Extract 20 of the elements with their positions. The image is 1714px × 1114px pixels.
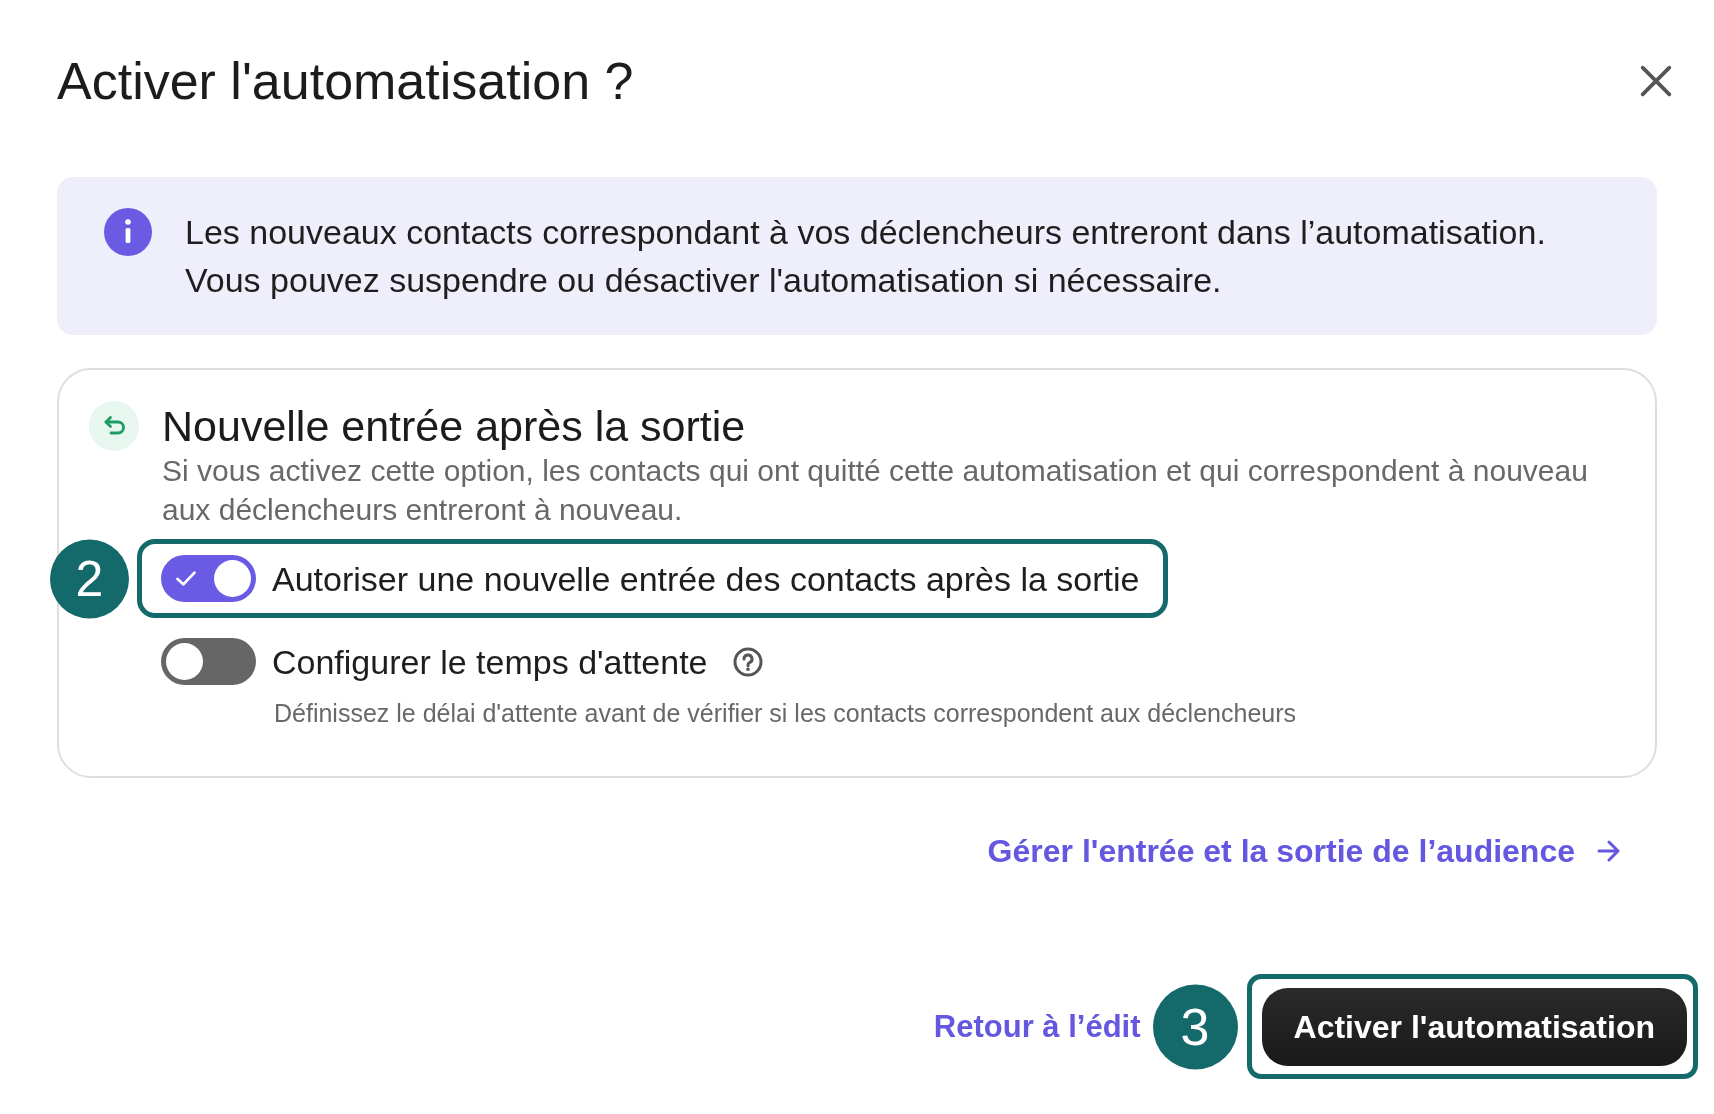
check-icon — [175, 570, 197, 587]
audience-link[interactable]: Gérer l'entrée et la sortie de l’audience — [987, 831, 1621, 871]
close-icon[interactable] — [1640, 65, 1672, 97]
card-description: Si vous activez cette option, les contacts qui ont quitté cette automatisation et qui correspondent à nouveau aux déclencheurs entreront à nouveau. — [162, 453, 1589, 528]
toggle-switch[interactable] — [161, 555, 256, 602]
toggle-switch[interactable] — [161, 638, 256, 685]
activate-button[interactable]: Activer l'automatisation — [1261, 988, 1687, 1066]
arrow-right-icon — [1597, 840, 1621, 862]
toggle-label: Configurer le temps d'attente — [272, 641, 708, 683]
hint-text: Définissez le délai d'attente avant de vérifier si les contacts correspondent aux déclencheurs — [274, 698, 1297, 728]
card-title: Nouvelle entrée après la sortie — [162, 401, 746, 451]
info-text: Les nouveaux contacts correspondant à vos déclencheurs entreront dans l’automatisation. — [185, 212, 1546, 253]
info-text: Vous pouvez suspendre ou désactiver l'automatisation si nécessaire. — [185, 260, 1223, 301]
step-badge: 3 — [1152, 984, 1238, 1069]
step-badge: 2 — [50, 539, 129, 618]
dialog-title: Activer l'automatisation ? — [57, 50, 634, 112]
info-icon — [104, 208, 152, 256]
toggle-label: Autoriser une nouvelle entrée des contacts après la sortie — [272, 558, 1140, 600]
back-link[interactable]: Retour à l’édit — [933, 1008, 1141, 1045]
help-icon[interactable] — [732, 646, 763, 677]
